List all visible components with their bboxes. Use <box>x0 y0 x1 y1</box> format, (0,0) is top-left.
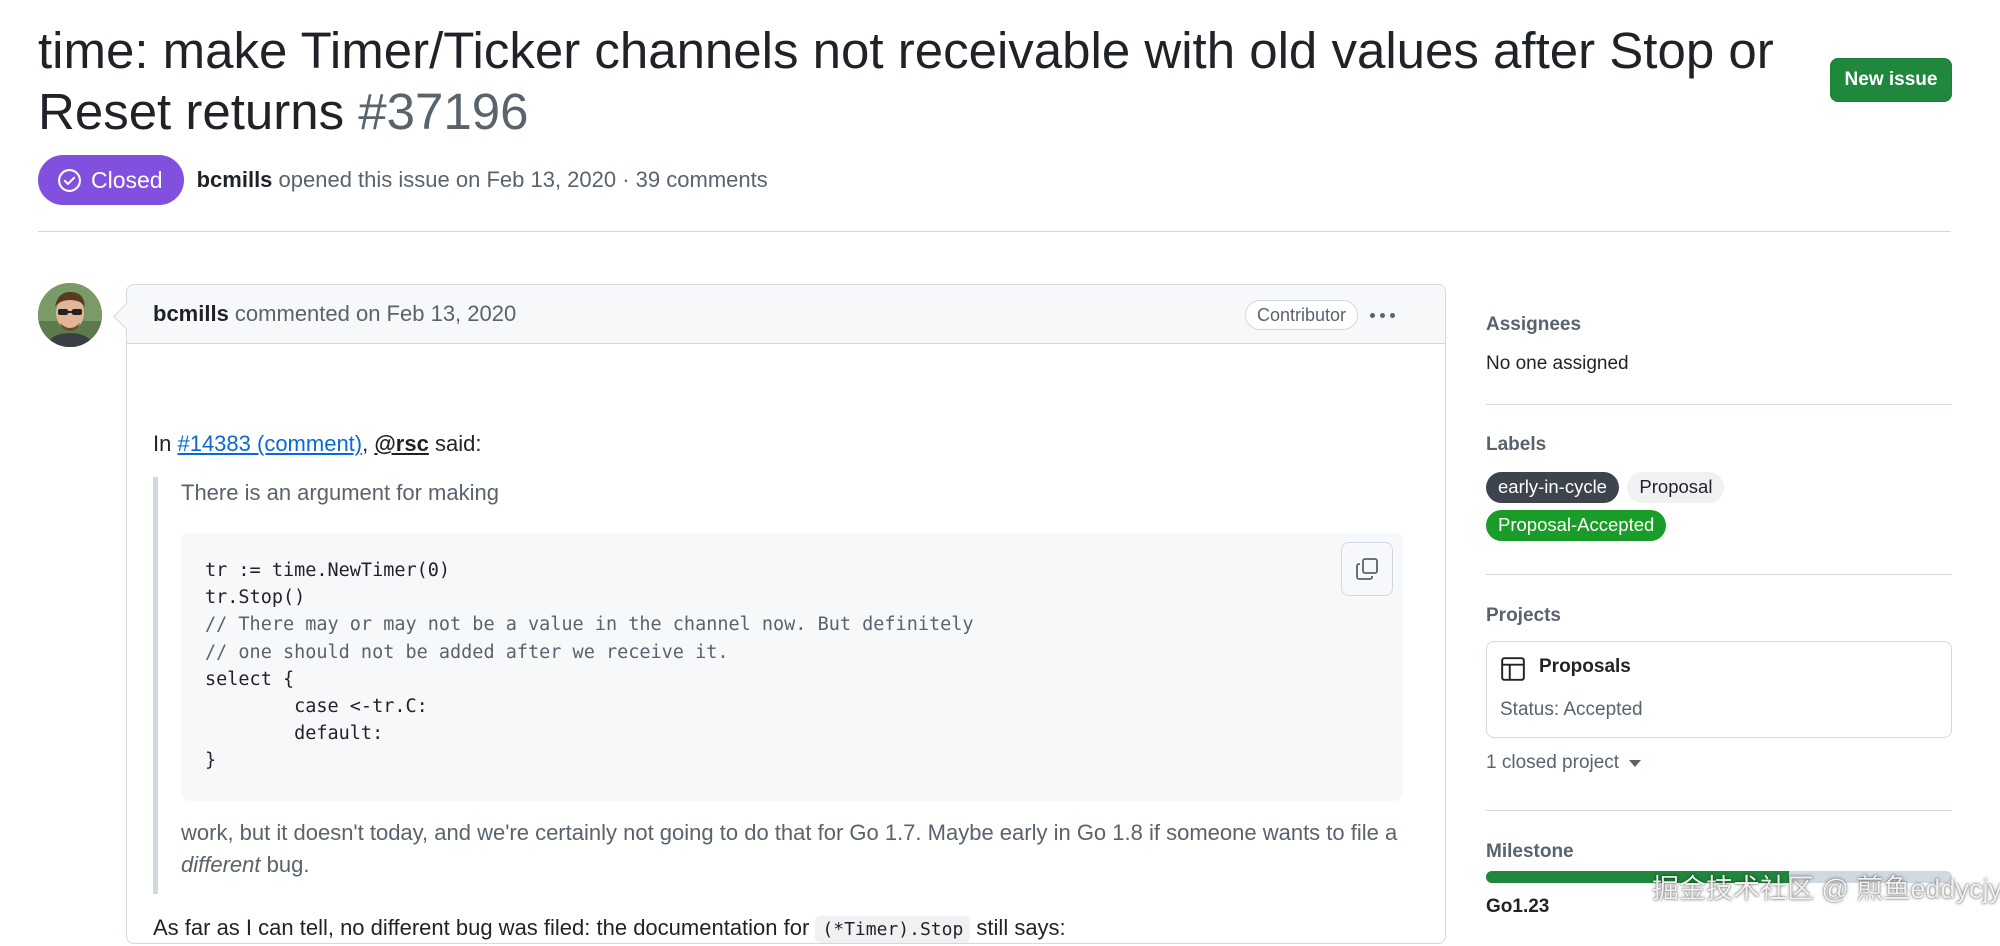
status-badge: Closed <box>38 155 184 205</box>
user-mention-link[interactable]: @rsc <box>374 431 428 456</box>
issue-page: time: make Timer/Ticker channels not rec… <box>38 0 1952 944</box>
quote-tail-text: work, but it doesn't today, and we're ce… <box>181 820 1398 845</box>
header-divider <box>38 231 1951 232</box>
sidebar-divider <box>1486 810 1952 811</box>
copy-icon <box>1356 558 1378 580</box>
code-line: case <-tr.C: <box>205 696 428 718</box>
new-issue-button[interactable]: New issue <box>1830 58 1952 102</box>
check-circle-icon <box>58 168 81 192</box>
avatar-image <box>38 283 102 347</box>
quote-tail-emphasis: different <box>181 852 261 877</box>
caret-down-icon <box>1629 759 1642 767</box>
comment-box: bcmills commented on Feb 13, 2020 Contri… <box>126 284 1446 944</box>
copy-code-button[interactable] <box>1341 542 1393 596</box>
assignees-value: No one assigned <box>1486 353 1629 374</box>
comment-header: bcmills commented on Feb 13, 2020 Contri… <box>127 285 1445 344</box>
comment-date[interactable]: commented on Feb 13, 2020 <box>229 301 516 326</box>
labels-section: Labels early-in-cycle Proposal Proposal-… <box>1486 434 1952 546</box>
sidebar-divider <box>1486 574 1952 575</box>
sidebar-divider <box>1486 404 1952 405</box>
labels-heading[interactable]: Labels <box>1486 434 1952 456</box>
comment-paragraph: As far as I can tell, no different bug w… <box>153 912 1066 946</box>
issue-number: #37196 <box>358 83 529 140</box>
role-badge: Contributor <box>1245 300 1359 330</box>
code-line: select { <box>205 668 295 690</box>
label-early-in-cycle[interactable]: early-in-cycle <box>1486 471 1619 503</box>
kebab-dot-icon <box>1389 312 1395 318</box>
intro-suffix: said: <box>428 431 482 456</box>
comment-intro: In #14383 (comment), @rsc said: <box>153 428 481 460</box>
intro-prefix: In <box>153 431 178 456</box>
issue-opened-info: bcmills opened this issue on Feb 13, 202… <box>197 167 768 193</box>
code-line: tr.Stop() <box>205 587 305 608</box>
code-line: tr := time.NewTimer(0) <box>205 560 450 581</box>
issue-title: time: make Timer/Ticker channels not rec… <box>38 20 1818 142</box>
issue-reference-link[interactable]: #14383 (comment) <box>177 431 362 456</box>
code-line-text: tr := time.NewTimer(0) <box>205 560 451 581</box>
projects-heading[interactable]: Projects <box>1486 605 1952 627</box>
comment-options-button[interactable] <box>1363 299 1401 331</box>
quote-tail-end: bug. <box>260 852 310 877</box>
paragraph-end: still says: <box>970 915 1066 940</box>
quote-tail: work, but it doesn't today, and we're ce… <box>181 817 1411 881</box>
code-comment: // one should not be added after we rece… <box>205 641 729 663</box>
label-proposal-accepted[interactable]: Proposal-Accepted <box>1486 509 1667 541</box>
inline-code: (*Timer).Stop <box>815 916 971 943</box>
quote-lead: There is an argument for making <box>181 480 499 505</box>
issue-meta: Closed bcmills opened this issue on Feb … <box>38 155 768 205</box>
milestone-name[interactable]: Go1.23 <box>1486 896 1549 918</box>
assignees-section: Assignees No one assigned <box>1486 314 1952 375</box>
project-name[interactable]: Proposals <box>1539 656 1631 678</box>
assignees-heading[interactable]: Assignees <box>1486 314 1952 336</box>
kebab-dot-icon <box>1379 312 1385 318</box>
code-line: default: <box>205 723 384 745</box>
projects-section: Projects <box>1486 605 1952 627</box>
code-line: } <box>205 750 217 772</box>
milestone-heading[interactable]: Milestone <box>1486 841 1952 863</box>
code-line-text: tr.Stop() <box>205 587 306 609</box>
closed-projects-label: 1 closed project <box>1486 752 1620 773</box>
table-icon <box>1501 657 1525 681</box>
label-proposal[interactable]: Proposal <box>1627 471 1725 503</box>
issue-opened-text: opened this issue on Feb 13, 2020 · 39 c… <box>272 167 768 192</box>
closed-projects-toggle[interactable]: 1 closed project <box>1486 752 1642 774</box>
status-label: Closed <box>91 166 163 193</box>
project-status: Status: Accepted <box>1500 699 1643 720</box>
labels-list: early-in-cycle Proposal Proposal-Accepte… <box>1486 470 1952 546</box>
blockquote: There is an argument for making tr := ti… <box>153 477 1421 894</box>
intro-separator: , <box>362 431 375 456</box>
code-block: tr := time.NewTimer(0) tr.Stop() // Ther… <box>181 533 1403 801</box>
issue-title-text: time: make Timer/Ticker channels not rec… <box>38 22 1774 140</box>
comment-meta: bcmills commented on Feb 13, 2020 <box>153 301 516 327</box>
kebab-dot-icon <box>1369 312 1375 318</box>
watermark: 掘金技术社区 @ 煎鱼eddycjy <box>1652 874 2000 904</box>
project-card[interactable]: Proposals Status: Accepted <box>1486 641 1952 738</box>
paragraph-text: As far as I can tell, no different bug w… <box>153 915 816 940</box>
avatar[interactable] <box>38 283 102 347</box>
milestone-section: Milestone <box>1486 841 1952 863</box>
comment-author-link[interactable]: bcmills <box>153 301 229 326</box>
issue-author-link[interactable]: bcmills <box>197 167 273 192</box>
code-comment: // There may or may not be a value in th… <box>205 614 974 636</box>
